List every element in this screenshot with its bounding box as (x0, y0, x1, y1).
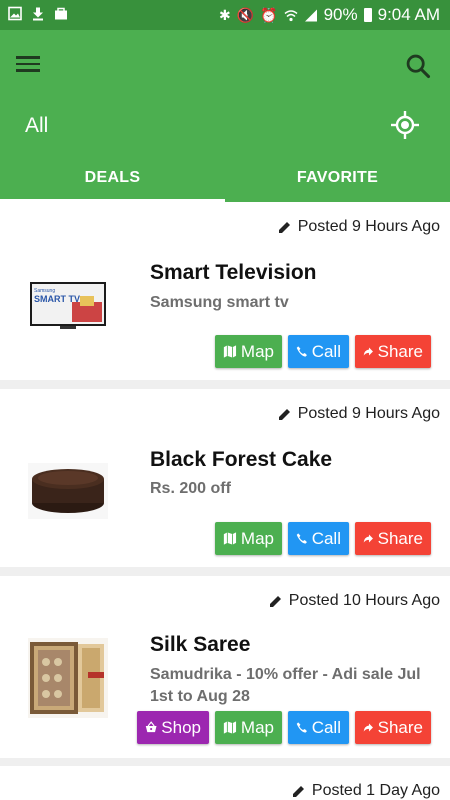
posted-time: Posted 9 Hours Ago (278, 405, 440, 423)
thumb-tv-text: SMART TV (34, 294, 80, 304)
alarm-icon: ⏰ (260, 6, 278, 23)
share-button[interactable]: Share (355, 335, 431, 368)
signal-icon (304, 9, 317, 21)
deal-actions: Shop Map Call Share (137, 711, 431, 744)
status-bar: ✱ 🔇 ⏰ 90% 9:04 AM (0, 0, 450, 30)
deal-card[interactable]: Posted 9 Hours Ago Black Forest Cake Rs.… (0, 389, 450, 567)
share-icon (363, 347, 373, 356)
deal-title: Smart Television (150, 261, 317, 284)
phone-icon (296, 533, 307, 544)
pencil-icon (278, 222, 290, 233)
map-button[interactable]: Map (215, 711, 282, 744)
call-label: Call (311, 528, 341, 548)
battery-icon (363, 8, 372, 22)
posted-time: Posted 9 Hours Ago (278, 218, 440, 236)
deal-actions: Map Call Share (215, 522, 431, 555)
map-label: Map (240, 717, 274, 737)
shop-label: Shop (161, 717, 201, 737)
posted-label: Posted 9 Hours Ago (297, 218, 440, 235)
posted-label: Posted 10 Hours Ago (288, 592, 440, 609)
map-label: Map (240, 341, 274, 361)
map-button[interactable]: Map (215, 335, 282, 368)
call-button[interactable]: Call (288, 711, 349, 744)
map-button[interactable]: Map (215, 522, 282, 555)
share-button[interactable]: Share (355, 711, 431, 744)
call-button[interactable]: Call (288, 335, 349, 368)
location-label[interactable]: All (25, 114, 48, 138)
pencil-icon (269, 596, 281, 607)
call-label: Call (311, 341, 341, 361)
tab-favorite[interactable]: FAVORITE (225, 162, 450, 202)
map-icon (223, 345, 237, 358)
posted-time: Posted 10 Hours Ago (269, 592, 440, 610)
map-icon (223, 532, 237, 545)
share-button[interactable]: Share (355, 522, 431, 555)
shop-button[interactable]: Shop (137, 711, 209, 744)
map-label: Map (240, 528, 274, 548)
pencil-icon (278, 409, 290, 420)
tab-deals[interactable]: DEALS (0, 162, 225, 202)
deal-title: Silk Saree (150, 633, 251, 656)
map-icon (223, 721, 237, 734)
call-button[interactable]: Call (288, 522, 349, 555)
tab-bar: DEALS FAVORITE (0, 162, 450, 202)
posted-label: Posted 1 Day Ago (311, 782, 440, 799)
share-icon (363, 534, 373, 543)
wifi-icon (284, 9, 298, 21)
deal-card[interactable]: Posted 10 Hours Ago Silk Saree Samudrika… (0, 576, 450, 758)
gps-location-button[interactable] (390, 110, 420, 140)
pencil-icon (292, 786, 304, 797)
deal-thumbnail[interactable] (28, 463, 108, 519)
shopping-bag-icon (55, 7, 67, 20)
deal-subtitle: Rs. 200 off (150, 480, 231, 497)
download-icon (33, 7, 43, 21)
deal-actions: Map Call Share (215, 335, 431, 368)
search-button[interactable] (404, 52, 432, 80)
image-notification-icon (8, 6, 22, 21)
battery-level: 90% (323, 5, 358, 24)
deal-subtitle: Samudrika - 10% offer - Adi sale Jul 1st… (150, 666, 421, 705)
call-label: Call (311, 717, 341, 737)
posted-label: Posted 9 Hours Ago (297, 405, 440, 422)
posted-time: Posted 1 Day Ago (292, 782, 440, 800)
shopping-basket-icon (145, 721, 157, 733)
deal-title: Black Forest Cake (150, 448, 333, 471)
phone-icon (296, 722, 307, 733)
mute-icon: 🔇 (236, 6, 255, 23)
deal-card[interactable]: Posted 9 Hours Ago Samsung SMART TV Smar… (0, 202, 450, 380)
deal-thumbnail[interactable] (28, 638, 108, 718)
share-label: Share (377, 528, 423, 548)
phone-icon (296, 346, 307, 357)
share-label: Share (377, 717, 423, 737)
clock: 9:04 AM (377, 5, 440, 24)
deal-subtitle: Samsung smart tv (150, 294, 289, 311)
share-label: Share (377, 341, 423, 361)
bluetooth-icon: ✱ (218, 6, 231, 23)
app-bar: All DEALS FAVORITE (0, 30, 450, 202)
menu-button[interactable] (16, 52, 44, 78)
deal-thumbnail[interactable]: Samsung SMART TV (28, 278, 108, 334)
menu-icon (16, 56, 40, 59)
share-icon (363, 723, 373, 732)
deal-card[interactable]: Posted 1 Day Ago (0, 766, 450, 800)
